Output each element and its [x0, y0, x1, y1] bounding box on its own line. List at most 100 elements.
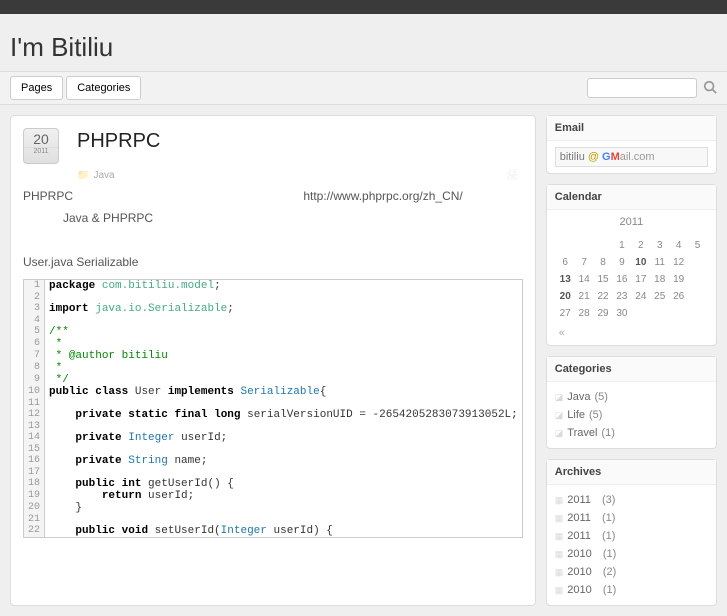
calendar-day[interactable]: 20: [557, 289, 574, 304]
archive-item[interactable]: ▦2010 (1): [555, 581, 708, 599]
code-line-number: 19: [24, 490, 45, 502]
calendar-day[interactable]: 27: [557, 306, 574, 321]
archive-link[interactable]: 2010: [567, 584, 591, 596]
calendar-day[interactable]: 11: [651, 255, 668, 270]
category-link[interactable]: Travel: [567, 427, 597, 439]
archive-item[interactable]: ▦2011 (3): [555, 491, 708, 509]
archive-link[interactable]: 2010: [567, 548, 591, 560]
archive-item[interactable]: ▦2010 (2): [555, 563, 708, 581]
calendar-day[interactable]: 7: [576, 255, 593, 270]
calendar-day[interactable]: 10: [632, 255, 649, 270]
calendar-day[interactable]: 12: [670, 255, 687, 270]
calendar-day[interactable]: 9: [613, 255, 630, 270]
calendar-day[interactable]: 3: [651, 238, 668, 253]
post-date-badge: 20 2011: [23, 128, 59, 164]
archive-item[interactable]: ▦2010 (1): [555, 545, 708, 563]
code-line-number: 18: [24, 478, 45, 490]
category-icon: ◪: [555, 392, 564, 403]
print-icon[interactable]: 🖨: [506, 170, 519, 181]
calendar-heading: Calendar: [547, 185, 716, 210]
calendar-day: [632, 306, 649, 321]
calendar-day[interactable]: 26: [670, 289, 687, 304]
calendar-day: [595, 238, 612, 253]
calendar-day[interactable]: 15: [595, 272, 612, 287]
archive-count: (1): [602, 512, 615, 524]
calendar-day[interactable]: 6: [557, 255, 574, 270]
calendar-day[interactable]: 16: [613, 272, 630, 287]
archive-item[interactable]: ▦2011 (1): [555, 509, 708, 527]
code-line: [45, 421, 522, 432]
categories-widget: Categories ◪Java (5)◪Life (5)◪Travel (1): [546, 356, 717, 449]
calendar-day[interactable]: 24: [632, 289, 649, 304]
code-line: [45, 292, 522, 303]
code-line: public void setUserId(Integer userId) {: [45, 525, 522, 537]
category-count: (5): [595, 391, 608, 403]
calendar-day[interactable]: 1: [613, 238, 630, 253]
category-item[interactable]: ◪Java (5): [555, 388, 708, 406]
categories-nav-button[interactable]: Categories: [66, 76, 141, 100]
category-link[interactable]: Life: [567, 409, 585, 421]
code-line-number: 10: [24, 386, 45, 398]
code-line-number: 14: [24, 432, 45, 444]
archive-count: (1): [603, 584, 616, 596]
code-line-number: 20: [24, 502, 45, 514]
calendar-day[interactable]: 5: [689, 238, 706, 253]
calendar-day[interactable]: 2: [632, 238, 649, 253]
archive-item[interactable]: ▦2011 (1): [555, 527, 708, 545]
site-title[interactable]: I'm Bitiliu: [10, 32, 717, 63]
calendar-day[interactable]: 19: [670, 272, 687, 287]
email-address[interactable]: bitiliu @ GMail.com: [555, 147, 708, 167]
calendar-icon: ▦: [555, 495, 564, 506]
post-title[interactable]: PHPRPC: [77, 130, 160, 164]
category-item[interactable]: ◪Travel (1): [555, 424, 708, 442]
code-line: * @author bitiliu: [45, 350, 522, 362]
calendar-day[interactable]: 8: [595, 255, 612, 270]
search-input[interactable]: [587, 78, 697, 98]
code-line-number: 21: [24, 514, 45, 525]
calendar-day[interactable]: 18: [651, 272, 668, 287]
email-widget: Email bitiliu @ GMail.com: [546, 115, 717, 174]
archive-link[interactable]: 2011: [567, 530, 591, 542]
search-icon[interactable]: [703, 80, 717, 97]
calendar-prev[interactable]: «: [555, 323, 708, 339]
calendar-day[interactable]: 23: [613, 289, 630, 304]
calendar-day[interactable]: 4: [670, 238, 687, 253]
archive-link[interactable]: 2010: [567, 566, 591, 578]
calendar-day[interactable]: 29: [595, 306, 612, 321]
calendar-day[interactable]: 13: [557, 272, 574, 287]
code-line-number: 6: [24, 338, 45, 350]
code-line-number: 5: [24, 326, 45, 338]
calendar-title: 2011: [555, 216, 708, 228]
category-link[interactable]: Java: [567, 391, 590, 403]
browser-topbar: [0, 0, 727, 14]
category-count: (1): [601, 427, 614, 439]
code-block: 1package com.bitiliu.model;23import java…: [23, 279, 523, 538]
body-phprpc-url[interactable]: http://www.phprpc.org/zh_CN/: [303, 189, 462, 203]
archive-link[interactable]: 2011: [567, 512, 591, 524]
code-line-number: 7: [24, 350, 45, 362]
calendar-day[interactable]: 14: [576, 272, 593, 287]
calendar-icon: ▦: [555, 567, 564, 578]
code-line: */: [45, 374, 522, 386]
post-content: 20 2011 PHPRPC 📁 Java 🖨 PHPRPC http://ww…: [10, 115, 536, 606]
archive-link[interactable]: 2011: [567, 494, 591, 506]
pages-nav-button[interactable]: Pages: [10, 76, 63, 100]
calendar-day[interactable]: 28: [576, 306, 593, 321]
post-date-day: 20: [24, 129, 58, 147]
code-line-number: 16: [24, 455, 45, 467]
archive-count: (2): [603, 566, 616, 578]
sidebar: Email bitiliu @ GMail.com Calendar 2011 …: [546, 115, 717, 606]
nav-bar: Pages Categories: [0, 71, 727, 105]
category-item[interactable]: ◪Life (5): [555, 406, 708, 424]
calendar-widget: Calendar 2011 12345678910111213141516171…: [546, 184, 717, 346]
calendar-day[interactable]: 21: [576, 289, 593, 304]
code-line-number: 8: [24, 362, 45, 374]
code-line: private Integer userId;: [45, 432, 522, 444]
calendar-day: [651, 306, 668, 321]
calendar-day[interactable]: 17: [632, 272, 649, 287]
calendar-day[interactable]: 30: [613, 306, 630, 321]
calendar-day[interactable]: 22: [595, 289, 612, 304]
post-category-meta[interactable]: Java: [93, 170, 114, 181]
calendar-day[interactable]: 25: [651, 289, 668, 304]
calendar-day: [557, 238, 574, 253]
